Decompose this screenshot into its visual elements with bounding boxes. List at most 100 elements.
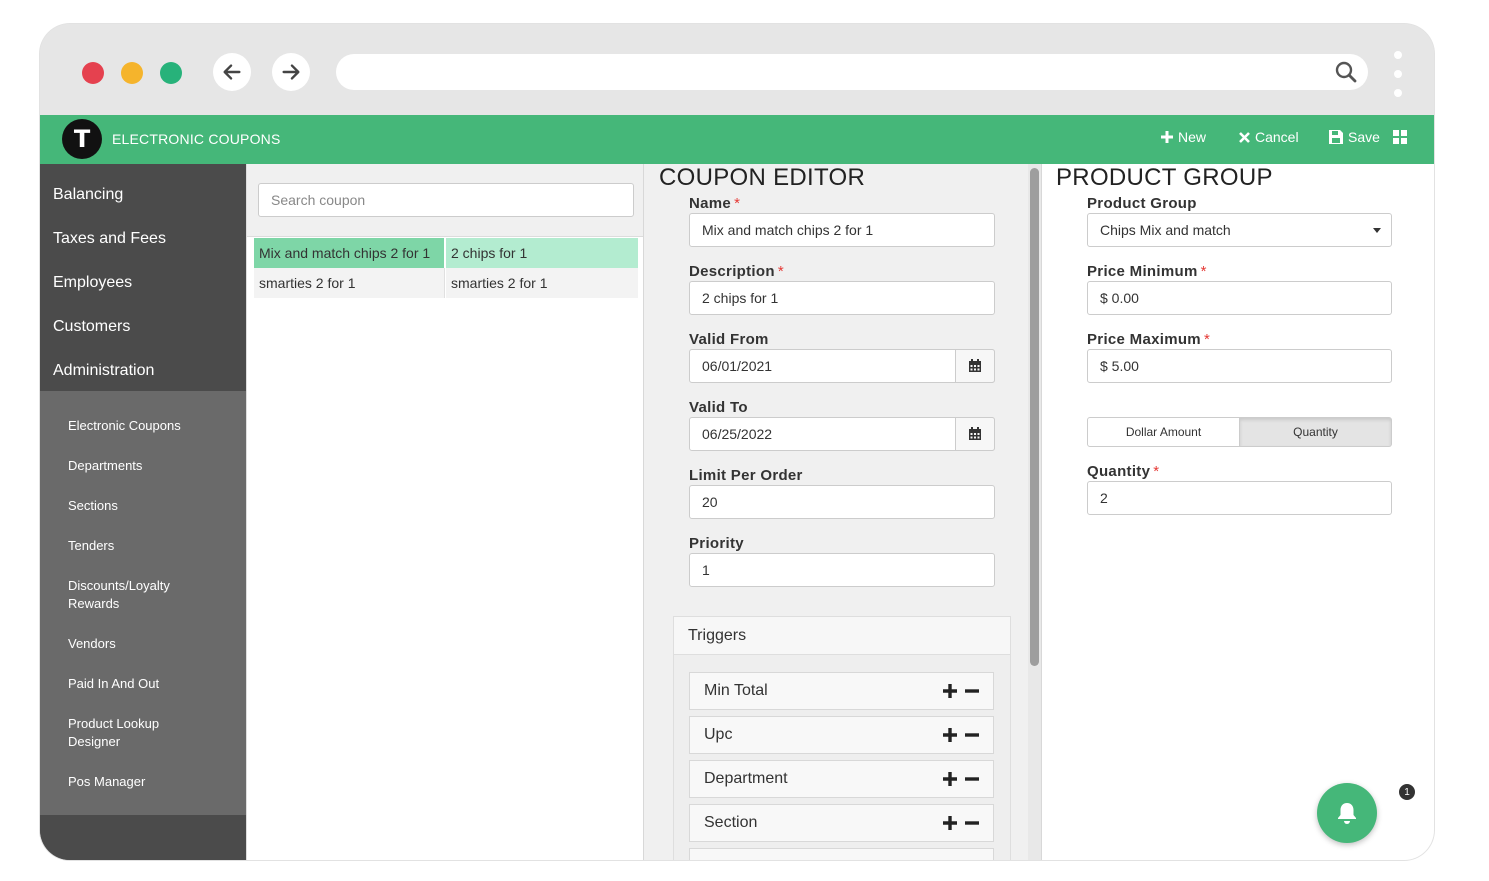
save-button[interactable]: Save (1329, 129, 1380, 145)
price-minimum-label: Price Minimum * (1087, 263, 1207, 280)
sidebar-item-customers[interactable]: Customers (53, 318, 130, 336)
new-button[interactable]: New (1161, 129, 1206, 145)
calendar-button[interactable] (955, 349, 995, 383)
sidebar-item-administration[interactable]: Administration (53, 362, 154, 380)
sidebar-subitem-tenders[interactable]: Tenders (68, 537, 238, 555)
plus-icon[interactable] (943, 772, 957, 786)
search-coupon-input[interactable] (258, 183, 634, 217)
price-minimum-field[interactable]: $ 0.00 (1087, 281, 1392, 315)
sidebar-subitem-product-lookup-designer[interactable]: Product Lookup Designer (68, 715, 178, 751)
notification-count-badge: 1 (1398, 783, 1416, 801)
maximize-window-button[interactable] (160, 62, 182, 84)
sidebar-item-balancing[interactable]: Balancing (53, 186, 123, 204)
coupon-search-bar (247, 164, 644, 237)
address-bar[interactable] (336, 54, 1368, 90)
browser-window: T ELECTRONIC COUPONS New Cancel Save Bal… (40, 24, 1434, 860)
priority-label: Priority (689, 535, 744, 552)
description-field[interactable]: 2 chips for 1 (689, 281, 995, 315)
coupon-description-cell: smarties 2 for 1 (446, 268, 638, 298)
coupon-name-cell: smarties 2 for 1 (254, 268, 445, 298)
trigger-upc[interactable]: Upc (689, 716, 994, 754)
sidebar-subitem-vendors[interactable]: Vendors (68, 635, 238, 653)
name-label: Name * (689, 195, 741, 212)
triggers-panel: Triggers Min Total Upc Department Sectio… (673, 616, 1011, 860)
plus-icon[interactable] (943, 684, 957, 698)
trigger-section[interactable]: Section (689, 804, 994, 842)
app-logo: T (62, 119, 102, 159)
plus-icon (1161, 131, 1173, 143)
editor-scrollbar[interactable] (1028, 164, 1041, 860)
triggers-title: Triggers (674, 617, 1010, 655)
browser-menu-icon[interactable] (1392, 51, 1404, 97)
browser-chrome (40, 24, 1434, 115)
app-header: T ELECTRONIC COUPONS New Cancel Save (40, 115, 1434, 164)
plus-icon[interactable] (943, 816, 957, 830)
limit-per-order-label: Limit Per Order (689, 467, 803, 484)
sidebar-subitem-departments[interactable]: Departments (68, 457, 238, 475)
name-field[interactable]: Mix and match chips 2 for 1 (689, 213, 995, 247)
back-button[interactable] (213, 53, 251, 91)
minus-icon[interactable] (965, 684, 979, 698)
arrow-right-icon (282, 64, 300, 80)
quantity-field[interactable]: 2 (1087, 481, 1392, 515)
calendar-icon (969, 427, 981, 440)
coupon-description-cell: 2 chips for 1 (446, 238, 638, 268)
priority-field[interactable]: 1 (689, 553, 995, 587)
sidebar-item-taxes-and-fees[interactable]: Taxes and Fees (53, 230, 166, 248)
trigger-department[interactable]: Department (689, 760, 994, 798)
amount-type-toggle: Dollar Amount Quantity (1087, 417, 1392, 447)
coupon-editor-title: COUPON EDITOR (659, 164, 866, 191)
limit-per-order-field[interactable]: 20 (689, 485, 995, 519)
sidebar-item-employees[interactable]: Employees (53, 274, 132, 292)
close-icon (1239, 131, 1250, 143)
sidebar-main-menu: Balancing Taxes and Fees Employees Custo… (40, 164, 246, 391)
product-group-panel: PRODUCT GROUP Product Group Chips Mix an… (1041, 164, 1434, 860)
arrow-left-icon (223, 64, 241, 80)
table-row[interactable]: Mix and match chips 2 for 1 2 chips for … (254, 238, 638, 268)
quantity-option[interactable]: Quantity (1240, 417, 1392, 447)
close-window-button[interactable] (82, 62, 104, 84)
minus-icon[interactable] (965, 728, 979, 742)
valid-to-value: 06/25/2022 (702, 426, 773, 442)
price-maximum-field[interactable]: $ 5.00 (1087, 349, 1392, 383)
product-group-select[interactable]: Chips Mix and match (1087, 213, 1392, 247)
trigger-label: Upc (704, 726, 733, 743)
coupon-name-cell: Mix and match chips 2 for 1 (254, 238, 445, 268)
sidebar: Balancing Taxes and Fees Employees Custo… (40, 164, 246, 860)
sidebar-subitem-electronic-coupons[interactable]: Electronic Coupons (68, 417, 238, 435)
trigger-min-total[interactable]: Min Total (689, 672, 994, 710)
valid-to-field[interactable]: 06/25/2022 (689, 417, 995, 451)
cancel-button[interactable]: Cancel (1239, 129, 1299, 145)
price-maximum-label: Price Maximum * (1087, 331, 1211, 348)
trigger-label: Section (704, 814, 758, 831)
sidebar-subitem-sections[interactable]: Sections (68, 497, 238, 515)
plus-icon[interactable] (943, 728, 957, 742)
calendar-icon (969, 359, 981, 372)
minus-icon[interactable] (965, 816, 979, 830)
notifications-button[interactable] (1317, 783, 1377, 843)
coupon-list-panel: Mix and match chips 2 for 1 2 chips for … (246, 164, 644, 860)
description-label: Description * (689, 263, 784, 280)
trigger-more[interactable] (689, 848, 994, 860)
quantity-label: Quantity * (1087, 463, 1160, 480)
new-button-label: New (1178, 129, 1207, 145)
app-title: ELECTRONIC COUPONS (112, 131, 281, 147)
valid-from-label: Valid From (689, 331, 769, 348)
sidebar-footer (40, 815, 246, 860)
scrollbar-thumb[interactable] (1030, 168, 1039, 666)
minimize-window-button[interactable] (121, 62, 143, 84)
minus-icon[interactable] (965, 772, 979, 786)
grid-menu-icon[interactable] (1393, 130, 1407, 144)
sidebar-subitem-paid-in-and-out[interactable]: Paid In And Out (68, 675, 238, 693)
dollar-amount-option[interactable]: Dollar Amount (1087, 417, 1240, 447)
search-icon[interactable] (1334, 60, 1358, 84)
forward-button[interactable] (272, 53, 310, 91)
sidebar-subitem-pos-manager[interactable]: Pos Manager (68, 773, 238, 791)
table-row[interactable]: smarties 2 for 1 smarties 2 for 1 (254, 268, 638, 298)
valid-from-field[interactable]: 06/01/2021 (689, 349, 995, 383)
calendar-button[interactable] (955, 417, 995, 451)
chevron-down-icon (1373, 228, 1381, 233)
cancel-button-label: Cancel (1255, 129, 1299, 145)
sidebar-subitem-discounts-loyalty[interactable]: Discounts/Loyalty Rewards (68, 577, 188, 613)
bell-icon (1338, 803, 1356, 824)
